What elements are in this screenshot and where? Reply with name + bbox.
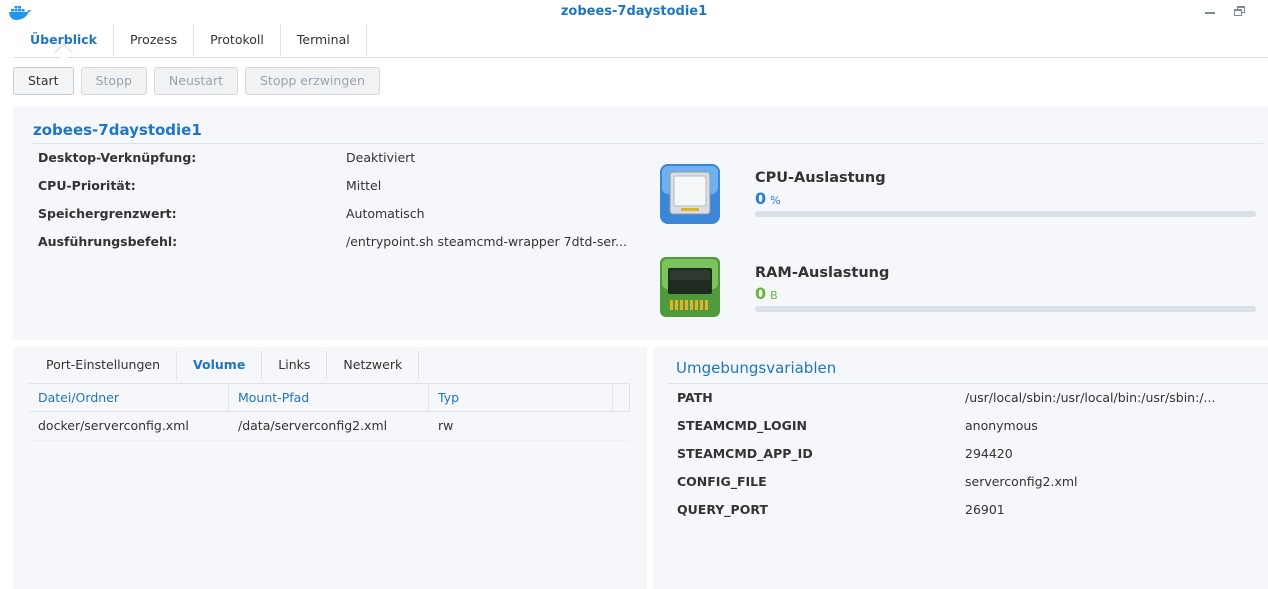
ram-value-unit: B <box>770 289 778 302</box>
cpu-usage-label: CPU-Auslastung <box>755 170 886 186</box>
info-value: Automatisch <box>346 206 425 221</box>
container-name: zobees-7daystodie1 <box>33 121 202 139</box>
ram-usage-label: RAM-Auslastung <box>755 265 890 281</box>
info-key: Desktop-Verknüpfung: <box>38 150 197 165</box>
stop-button[interactable]: Stopp <box>80 67 147 95</box>
info-key: Ausführungsbefehl: <box>38 234 178 249</box>
start-button[interactable]: Start <box>13 67 74 95</box>
env-row: STEAMCMD_APP_ID 294420 <box>677 446 1247 466</box>
subtab-network[interactable]: Netzwerk <box>327 351 420 379</box>
tab-ueberblick[interactable]: Überblick <box>14 24 114 56</box>
env-row: STEAMCMD_LOGIN anonymous <box>677 418 1247 438</box>
info-row: Desktop-Verknüpfung: Deaktiviert <box>38 150 638 170</box>
env-key: CONFIG_FILE <box>677 474 767 489</box>
info-value: Mittel <box>346 178 382 193</box>
tab-terminal[interactable]: Terminal <box>281 24 367 56</box>
volume-table: Datei/Ordner Mount-Pfad Typ docker/serve… <box>29 383 630 441</box>
column-header-mount-path[interactable]: Mount-Pfad <box>229 384 429 412</box>
column-header-file-folder[interactable]: Datei/Ordner <box>29 384 229 412</box>
env-row: QUERY_PORT 26901 <box>677 502 1247 522</box>
env-value: 294420 <box>965 446 1013 461</box>
sub-tabs: Port-Einstellungen Volume Links Netzwerk <box>30 351 420 379</box>
subtab-links[interactable]: Links <box>262 351 328 379</box>
tab-protokoll[interactable]: Protokoll <box>194 24 281 56</box>
env-value: serverconfig2.xml <box>965 474 1078 489</box>
table-row[interactable]: docker/serverconfig.xml /data/serverconf… <box>29 412 630 441</box>
info-row: Ausführungsbefehl: /entrypoint.sh steamc… <box>38 234 638 254</box>
overview-panel: zobees-7daystodie1 Desktop-Verknüpfung: … <box>13 106 1268 340</box>
ram-usage-bar <box>755 306 1256 312</box>
subtab-port-settings[interactable]: Port-Einstellungen <box>30 351 178 379</box>
restore-window-icon[interactable] <box>1233 4 1247 18</box>
env-value: 26901 <box>965 502 1005 517</box>
env-title: Umgebungsvariablen <box>676 359 837 377</box>
window-title: zobees-7daystodie1 <box>560 4 708 19</box>
title-bar: zobees-7daystodie1 <box>0 0 1268 24</box>
env-row: PATH /usr/local/sbin:/usr/local/bin:/usr… <box>677 390 1247 410</box>
info-key: CPU-Priorität: <box>38 178 136 193</box>
cell-mount-path: /data/serverconfig2.xml <box>238 418 388 433</box>
environment-panel: Umgebungsvariablen PATH /usr/local/sbin:… <box>653 347 1268 589</box>
env-key: QUERY_PORT <box>677 502 768 517</box>
ram-value-number: 0 <box>755 284 767 303</box>
table-header: Datei/Ordner Mount-Pfad Typ <box>29 383 630 412</box>
cell-file-folder: docker/serverconfig.xml <box>38 418 189 433</box>
info-key: Speichergrenzwert: <box>38 206 177 221</box>
volume-panel: Port-Einstellungen Volume Links Netzwerk… <box>13 347 647 589</box>
cpu-value-unit: % <box>770 194 781 207</box>
tab-prozess[interactable]: Prozess <box>114 24 195 56</box>
force-stop-button[interactable]: Stopp erzwingen <box>244 67 380 95</box>
env-value: anonymous <box>965 418 1038 433</box>
env-row: CONFIG_FILE serverconfig2.xml <box>677 474 1247 494</box>
minimize-icon[interactable] <box>1203 4 1217 18</box>
cell-type: rw <box>438 418 454 433</box>
info-value: /entrypoint.sh steamcmd-wrapper 7dtd-ser… <box>346 234 627 249</box>
env-key: STEAMCMD_LOGIN <box>677 418 807 433</box>
cpu-usage-value: 0% <box>755 189 781 208</box>
env-value: /usr/local/sbin:/usr/local/bin:/usr/sbin… <box>965 390 1216 405</box>
env-key: PATH <box>677 390 713 405</box>
subtab-volume[interactable]: Volume <box>177 351 263 379</box>
main-tabs: Überblick Prozess Protokoll Terminal <box>14 24 367 58</box>
divider <box>668 383 1268 384</box>
info-value: Deaktiviert <box>346 150 416 165</box>
column-header-filler <box>613 384 630 412</box>
env-key: STEAMCMD_APP_ID <box>677 446 813 461</box>
column-header-type[interactable]: Typ <box>429 384 613 412</box>
info-row: CPU-Priorität: Mittel <box>38 178 638 198</box>
divider <box>33 143 1263 144</box>
ram-usage-value: 0B <box>755 284 778 303</box>
ram-icon <box>660 257 720 317</box>
info-row: Speichergrenzwert: Automatisch <box>38 206 638 226</box>
cpu-value-number: 0 <box>755 189 767 208</box>
cpu-usage-bar <box>755 211 1256 217</box>
cpu-icon <box>660 164 720 224</box>
action-toolbar: Start Stopp Neustart Stopp erzwingen <box>13 67 380 95</box>
restart-button[interactable]: Neustart <box>153 67 238 95</box>
